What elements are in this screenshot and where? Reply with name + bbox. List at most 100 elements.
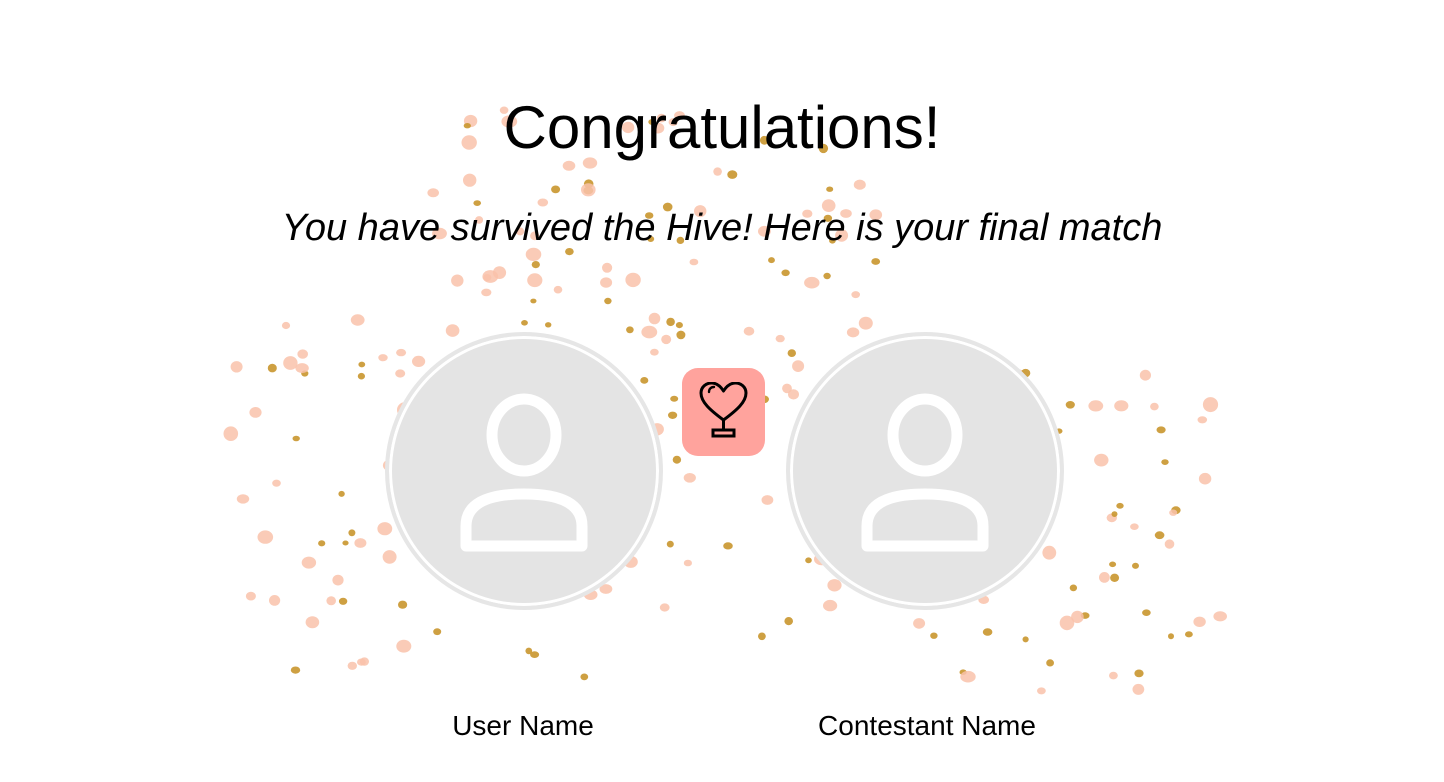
confetti-pink-dot <box>527 273 543 288</box>
confetti-gold-dot <box>1142 609 1151 616</box>
confetti-pink-dot <box>648 312 661 325</box>
confetti-pink-dot <box>553 285 563 294</box>
confetti-pink-dot <box>659 603 670 612</box>
confetti-gold-dot <box>338 490 345 497</box>
confetti-pink-dot <box>378 354 388 362</box>
confetti-pink-dot <box>851 291 860 299</box>
confetti-gold-dot <box>290 666 301 674</box>
confetti-gold-dot <box>823 272 831 280</box>
confetti-gold-dot <box>784 617 793 626</box>
confetti-pink-dot <box>1164 539 1175 549</box>
heart-trophy-icon <box>699 382 748 438</box>
confetti-pink-dot <box>804 276 820 289</box>
confetti-pink-dot <box>761 495 774 505</box>
confetti-gold-dot <box>1171 506 1181 515</box>
confetti-gold-dot <box>668 411 678 419</box>
confetti-pink-dot <box>1139 369 1151 381</box>
confetti-gold-dot <box>1116 502 1124 509</box>
contestant-name-label: Contestant Name <box>818 710 1036 741</box>
confetti-pink-dot <box>1106 513 1118 523</box>
confetti-pink-dot <box>689 258 699 266</box>
confetti-gold-dot <box>727 170 738 179</box>
confetti-pink-dot <box>297 349 309 359</box>
confetti-pink-dot <box>743 326 755 336</box>
confetti-pink-dot <box>661 334 672 345</box>
confetti-pink-dot <box>483 274 492 282</box>
user-placeholder-icon <box>460 393 588 552</box>
confetti-pink-dot <box>600 277 613 288</box>
user-name-label: User Name <box>452 710 594 741</box>
confetti-pink-dot <box>1130 523 1139 530</box>
confetti-pink-dot <box>357 658 366 666</box>
confetti-gold-dot <box>531 261 540 269</box>
confetti-gold-dot <box>301 370 309 377</box>
confetti-gold-dot <box>348 529 356 537</box>
confetti-gold-dot <box>1065 401 1075 409</box>
confetti-gold-dot <box>1022 636 1029 643</box>
confetti-gold-dot <box>338 597 348 605</box>
confetti-gold-dot <box>1161 459 1169 465</box>
confetti-gold-dot <box>1080 612 1090 619</box>
confetti-gold-dot <box>1111 511 1118 517</box>
confetti-pink-dot <box>359 657 369 666</box>
confetti-pink-dot <box>1198 472 1212 485</box>
confetti-pink-dot <box>332 574 344 586</box>
confetti-pink-dot <box>283 356 298 370</box>
confetti-pink-dot <box>272 479 281 487</box>
confetti-pink-dot <box>245 591 256 601</box>
confetti-pink-dot <box>1037 687 1046 695</box>
confetti-gold-dot <box>525 647 533 655</box>
confetti-pink-dot <box>625 272 641 288</box>
confetti-pink-dot <box>1202 397 1219 413</box>
confetti-pink-dot <box>1071 610 1084 624</box>
confetti-pink-dot <box>223 426 239 442</box>
page-title: Congratulations! <box>503 94 941 161</box>
confetti-pink-dot <box>1193 616 1206 627</box>
confetti-gold-dot <box>768 257 775 264</box>
confetti-pink-dot <box>1088 400 1104 412</box>
confetti-pink-dot <box>1094 453 1109 467</box>
confetti-pink-dot <box>581 183 596 197</box>
confetti-gold-dot <box>1154 531 1165 540</box>
confetti-pink-dot <box>683 559 693 567</box>
confetti-gold-dot <box>1185 631 1193 638</box>
confetti-gold-dot <box>1168 633 1174 640</box>
confetti-pink-dot <box>713 167 722 176</box>
confetti-gold-dot <box>666 317 675 327</box>
confetti-gold-dot <box>1046 659 1054 667</box>
confetti-pink-dot <box>1150 402 1159 411</box>
confetti-pink-dot <box>853 179 866 190</box>
confetti-pink-dot <box>1114 400 1129 412</box>
confetti-pink-dot <box>1169 509 1178 516</box>
confetti-pink-dot <box>960 670 976 683</box>
confetti-gold-dot <box>357 372 365 380</box>
confetti-gold-dot <box>826 186 834 192</box>
confetti-pink-dot <box>354 538 367 548</box>
match-badge <box>682 368 765 456</box>
confetti-pink-dot <box>269 595 281 606</box>
confetti-pink-dot <box>913 618 926 629</box>
contestant-avatar <box>786 332 1064 610</box>
confetti-gold-dot <box>583 179 594 189</box>
confetti-pink-dot <box>350 314 365 326</box>
confetti-pink-dot <box>683 473 696 483</box>
confetti-gold-dot <box>358 361 366 368</box>
confetti-gold-dot <box>580 673 589 681</box>
confetti-pink-dot <box>295 363 309 374</box>
confetti-gold-dot <box>758 632 766 641</box>
confetti-gold-dot <box>551 185 561 194</box>
confetti-pink-dot <box>396 639 412 653</box>
confetti-gold-dot <box>1109 561 1117 568</box>
confetti-gold-dot <box>342 540 349 546</box>
confetti-pink-dot <box>1109 671 1118 680</box>
confetti-pink-dot <box>445 324 460 337</box>
confetti-gold-dot <box>670 395 679 402</box>
confetti-gold-dot <box>433 628 442 636</box>
user-placeholder-icon <box>861 393 989 552</box>
confetti-pink-dot <box>347 661 357 670</box>
confetti-pink-dot <box>492 266 507 279</box>
confetti-pink-dot <box>1213 611 1227 622</box>
confetti-pink-dot <box>257 530 274 544</box>
confetti-pink-dot <box>463 173 477 187</box>
confetti-gold-dot <box>604 297 612 305</box>
